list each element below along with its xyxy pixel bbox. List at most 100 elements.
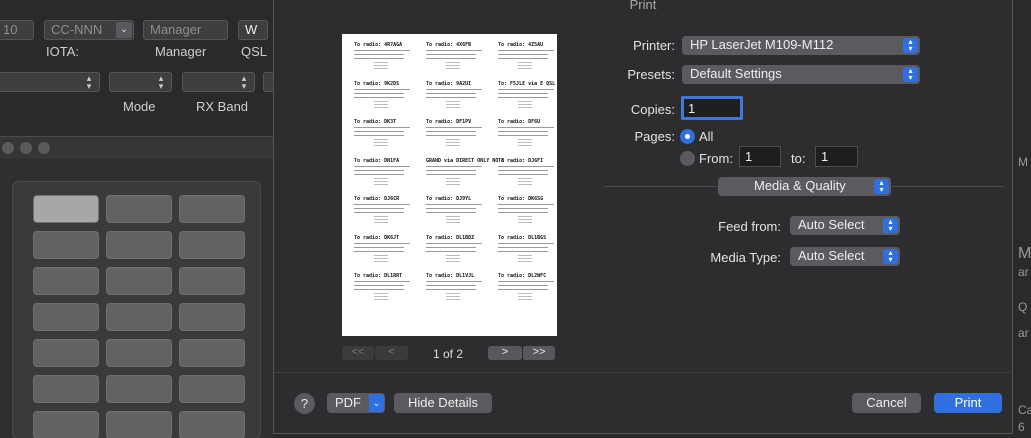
- chevron-left-icon: <: [388, 346, 395, 358]
- cc-field-value: CC-NNN: [51, 22, 103, 37]
- keypad-key[interactable]: [179, 411, 245, 438]
- preview-label-line: [354, 169, 404, 171]
- keypad-key[interactable]: [33, 267, 99, 295]
- preview-label-line: [446, 222, 460, 223]
- preview-label-line: [518, 222, 532, 223]
- keypad-window-titlebar: [0, 137, 273, 159]
- preview-label-title: To: F5JLE via E QSL: [498, 80, 556, 87]
- preview-label-title: To radio: DJ6FI: [498, 157, 544, 164]
- preview-label-line: [498, 58, 548, 59]
- presets-select[interactable]: Default Settings ▴ ▾: [682, 65, 920, 84]
- printer-select[interactable]: HP LaserJet M109-M112 ▴ ▾: [682, 36, 920, 55]
- keypad-key[interactable]: [106, 267, 172, 295]
- pages-from-input[interactable]: 1: [739, 146, 781, 167]
- updown-icon: ▴ ▾: [241, 73, 247, 91]
- preview-label-line: [354, 281, 410, 282]
- preview-label-line: [354, 242, 410, 244]
- print-dialog: Print To radio: 4R7AGA To radio: 4X6FB To …: [273, 0, 1013, 434]
- keypad-key[interactable]: [179, 195, 245, 223]
- preview-label-line: [374, 142, 388, 143]
- preview-label-line: [518, 260, 532, 262]
- keypad-key[interactable]: [33, 195, 99, 223]
- preview-label-line: [374, 145, 388, 146]
- cc-field[interactable]: CC-NNN ⌄: [44, 20, 134, 40]
- w-field[interactable]: W: [238, 20, 268, 40]
- media-type-value: Auto Select: [798, 248, 865, 263]
- pages-range-radio[interactable]: [680, 151, 695, 166]
- preview-label-line: [426, 127, 482, 128]
- keypad-key[interactable]: [179, 375, 245, 403]
- preview-label-line: [446, 142, 460, 143]
- preview-label-line: [354, 54, 404, 55]
- preview-label-line: [498, 281, 554, 282]
- help-button[interactable]: ?: [294, 393, 315, 414]
- keypad-key[interactable]: [33, 411, 99, 438]
- close-window-icon[interactable]: [2, 142, 14, 154]
- keypad-key[interactable]: [106, 339, 172, 367]
- pages-to-input[interactable]: 1: [815, 146, 858, 167]
- preview-label-line: [446, 296, 460, 297]
- keypad-key[interactable]: [106, 195, 172, 223]
- preview-label: To radio: DL1VJL: [426, 273, 484, 303]
- first-page-button[interactable]: <<: [342, 346, 374, 360]
- keypad-key[interactable]: [179, 303, 245, 331]
- preview-label-line: [446, 139, 460, 140]
- keypad-key[interactable]: [106, 231, 172, 259]
- preview-label-line: [518, 103, 532, 105]
- preview-label-line: [374, 260, 388, 262]
- preview-label: To radio: DK6SG: [498, 196, 556, 226]
- updown-arrows-icon: ▴ ▾: [874, 179, 889, 194]
- section-select-value: Media & Quality: [754, 178, 846, 193]
- preview-label-title: To radio: DL1RRT: [354, 273, 403, 279]
- keypad-key[interactable]: [33, 303, 99, 331]
- number-field[interactable]: 10: [0, 20, 34, 40]
- keypad-key[interactable]: [106, 375, 172, 403]
- preview-label-line: [518, 219, 532, 220]
- previous-page-button[interactable]: <: [374, 346, 408, 360]
- print-button[interactable]: Print: [934, 393, 1002, 413]
- media-type-select[interactable]: Auto Select ▴ ▾: [790, 247, 900, 266]
- preview-label-title: To radio: 9A2UI: [426, 80, 472, 87]
- pages-all-radio[interactable]: [680, 129, 695, 144]
- keypad-key[interactable]: [179, 231, 245, 259]
- print-preview-page: To radio: 4R7AGA To radio: 4X6FB To radio:…: [342, 34, 557, 336]
- keypad-key[interactable]: [179, 267, 245, 295]
- preview-label-line: [498, 285, 548, 286]
- rx-band-select[interactable]: ▴ ▾: [182, 72, 255, 92]
- keypad-key[interactable]: [106, 303, 172, 331]
- preview-label: To radio: DL1BGS: [498, 235, 556, 265]
- preview-label-line: [518, 180, 532, 182]
- preview-label-line: [426, 58, 476, 59]
- preview-label-line: [426, 242, 482, 244]
- preview-label-line: [446, 100, 460, 102]
- last-page-button[interactable]: >>: [522, 346, 555, 360]
- cancel-button[interactable]: Cancel: [852, 393, 921, 413]
- preview-label-line: [374, 216, 388, 217]
- media-type-label: Media Type:: [710, 250, 781, 265]
- manager-field[interactable]: Manager: [143, 20, 228, 40]
- section-select[interactable]: Media & Quality ▴ ▾: [718, 177, 891, 196]
- next-page-button[interactable]: >: [488, 346, 522, 360]
- preview-label-title: GRAND via DIRECT ONLY NO E: [426, 157, 505, 164]
- preview-label-line: [446, 106, 460, 108]
- manager-label: Manager: [155, 44, 207, 59]
- minimize-window-icon[interactable]: [20, 142, 32, 154]
- feed-from-select[interactable]: Auto Select ▴ ▾: [790, 216, 900, 235]
- hide-details-button[interactable]: Hide Details: [394, 393, 492, 413]
- pdf-menu-button[interactable]: PDF ⌄: [327, 393, 385, 413]
- preview-label: To radio: 9K2DS: [354, 81, 412, 111]
- copies-input[interactable]: 1: [681, 96, 743, 120]
- zoom-window-icon[interactable]: [38, 142, 50, 154]
- keypad-key[interactable]: [179, 339, 245, 367]
- mode-select-left[interactable]: ▴ ▾: [0, 72, 100, 92]
- keypad-key[interactable]: [33, 375, 99, 403]
- keypad-key[interactable]: [106, 411, 172, 438]
- keypad-key[interactable]: [33, 231, 99, 259]
- keypad-key[interactable]: [33, 339, 99, 367]
- chevron-down-icon: ⌄: [369, 394, 384, 412]
- mode-select[interactable]: ▴ ▾: [109, 72, 172, 92]
- preview-label-line: [446, 299, 460, 300]
- preview-label-line: [426, 212, 476, 213]
- preview-label: To radio: 4R7AGA: [354, 42, 412, 72]
- radio-dot: [685, 134, 690, 139]
